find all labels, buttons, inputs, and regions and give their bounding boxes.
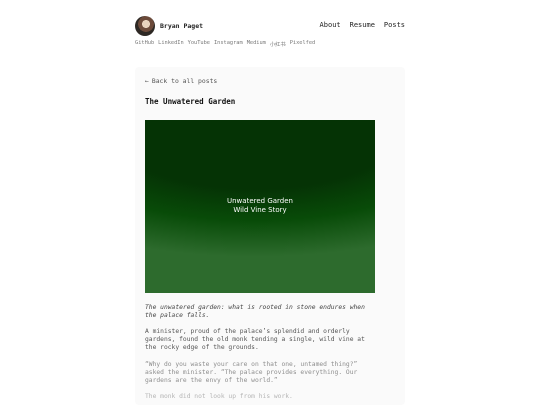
post-paragraph: The monk did not look up from his work. <box>145 393 293 400</box>
social-instagram[interactable]: Instagram <box>214 40 243 48</box>
social-medium[interactable]: Medium <box>247 40 266 48</box>
post-hero-image: Unwatered Garden Wild Vine Story <box>145 120 375 293</box>
hero-caption-line1: Unwatered Garden <box>227 197 293 205</box>
post-card: ← Back to all posts The Unwatered Garden … <box>135 67 405 405</box>
nav-resume[interactable]: Resume <box>350 21 375 29</box>
post-paragraph: “Why do you waste your care on that one,… <box>145 361 358 385</box>
social-github[interactable]: GitHub <box>135 40 154 48</box>
social-links: GitHub LinkedIn YouTube Instagram Medium… <box>135 40 315 48</box>
hero-caption-line2: Wild Vine Story <box>233 206 287 214</box>
post-title: The Unwatered Garden <box>145 97 236 106</box>
social-xiaohongshu[interactable]: 小红书 <box>270 40 286 48</box>
arrow-left-icon: ← <box>145 77 149 85</box>
site-header: Bryan Paget About Resume Posts <box>135 16 405 38</box>
back-to-posts-link[interactable]: ← Back to all posts <box>145 77 220 85</box>
social-youtube[interactable]: YouTube <box>188 40 210 48</box>
main-nav: About Resume Posts <box>320 21 405 29</box>
avatar[interactable] <box>135 16 155 36</box>
hero-caption: Unwatered Garden Wild Vine Story <box>145 197 375 215</box>
post-paragraph: A minister, proud of the palace’s splend… <box>145 328 365 352</box>
nav-about[interactable]: About <box>320 21 341 29</box>
back-link-label: Back to all posts <box>151 77 218 85</box>
site-name[interactable]: Bryan Paget <box>160 22 203 30</box>
social-linkedin[interactable]: LinkedIn <box>158 40 184 48</box>
nav-posts[interactable]: Posts <box>384 21 405 29</box>
social-pixelfed[interactable]: Pixelfed <box>290 40 316 48</box>
post-subtitle: The unwatered garden: what is rooted in … <box>145 304 365 320</box>
